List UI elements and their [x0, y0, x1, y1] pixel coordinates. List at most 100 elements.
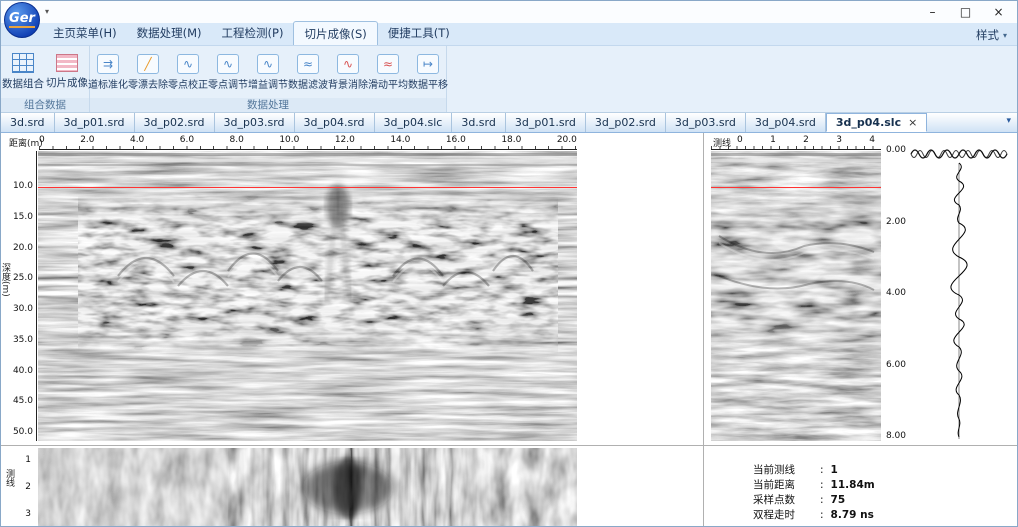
ruler-tick-label: 18.0 — [501, 135, 522, 145]
file-tab[interactable]: 3d_p04.srd — [295, 113, 375, 132]
ribbon: 数据组合 切片成像 组合数据 ⇉ 道标准化 ╱ 零漂去除 ∿ 零点校正 ∿ 零点… — [1, 46, 1017, 113]
workspace: 距离(m) 0 2.0 4.0 6.0 8.0 10.0 12.0 14.0 16.0 18.0 2… — [1, 133, 1017, 526]
file-tab-active[interactable]: 3d_p04.slc × — [825, 113, 928, 132]
axis-tick-label: 0.00 — [885, 145, 906, 155]
menu-tab[interactable]: 工程检测(P) — [212, 21, 294, 45]
file-tab[interactable]: 3d.srd — [1, 113, 55, 132]
wave-icon: ∿ — [337, 53, 359, 74]
menu-tab[interactable]: 便捷工具(T) — [378, 21, 460, 45]
menu-bar: 主页菜单(H) 数据处理(M) 工程检测(P) 切片成像(S) 便捷工具(T) — [1, 21, 1017, 46]
group-caption-combine: 组合数据 — [1, 98, 89, 112]
axis-tick-label: 6.00 — [885, 359, 906, 370]
tool-button[interactable]: ∿ 背景消除 — [328, 53, 368, 91]
info-value: 11.84m — [830, 479, 875, 491]
ruler-tick-label: 3 — [836, 135, 842, 145]
file-tab[interactable]: 3d_p04.srd — [746, 113, 826, 132]
depth-cursor-line[interactable] — [711, 187, 881, 188]
ruler-tick-label: 20.0 — [556, 135, 577, 145]
title-bar: Ger ▾ – □ × — [1, 1, 1017, 38]
quick-access-caret-icon[interactable]: ▾ — [45, 7, 49, 16]
logo-text: Ger — [9, 11, 35, 29]
close-icon[interactable]: × — [908, 116, 917, 129]
menu-tab[interactable]: 主页菜单(H) — [43, 21, 127, 45]
vertical-splitter[interactable] — [703, 133, 704, 526]
tool-button[interactable]: ∿ 零点调节 — [208, 53, 248, 91]
slices-icon — [56, 54, 78, 72]
axis-tick-label: 30.0 — [12, 304, 33, 314]
ruler-tick-label: 1 — [770, 135, 776, 145]
file-tab[interactable]: 3d_p02.srd — [135, 113, 215, 132]
info-row: 采样点数 : 75 — [753, 493, 875, 508]
radargram-main-view[interactable] — [38, 151, 577, 441]
info-row: 当前测线 : 1 — [753, 463, 875, 478]
tool-button[interactable]: ∿ 零点校正 — [168, 53, 208, 91]
ruler-tick-label: 16.0 — [445, 135, 466, 145]
file-tabs: 3d.srd 3d_p01.srd 3d_p02.srd 3d_p03.srd 3d_p… — [1, 113, 826, 132]
style-dropdown[interactable]: 样式 ▾ — [976, 27, 1007, 43]
file-tab-bar: 3d.srd 3d_p01.srd 3d_p02.srd 3d_p03.srd 3d_p… — [1, 113, 1017, 133]
plan-slice-view[interactable] — [38, 448, 577, 526]
tool-button[interactable]: ⇉ 道标准化 — [88, 53, 128, 91]
tool-button[interactable]: ≈ 数据滤波 — [288, 53, 328, 91]
tab-overflow-caret-icon[interactable]: ▾ — [1006, 116, 1011, 126]
process-tool-buttons: ⇉ 道标准化 ╱ 零漂去除 ∿ 零点校正 ∿ 零点调节 ∿ 增益调节 ≈ 数据滤… — [88, 53, 448, 91]
menu-tab[interactable]: 切片成像(S) — [293, 21, 378, 45]
file-tab[interactable]: 3d_p03.srd — [666, 113, 746, 132]
trace-view[interactable] — [909, 145, 1009, 441]
minimize-button[interactable]: – — [916, 1, 949, 22]
data-combine-button[interactable]: 数据组合 — [2, 53, 44, 91]
info-row: 双程走时 : 8.79 ns — [753, 508, 875, 523]
plan-y-axis-label: 测线 — [4, 469, 14, 487]
cross-top-ruler: 0 1 2 3 4 — [711, 135, 881, 150]
info-value: 8.79 ns — [830, 509, 874, 521]
slice-imaging-button[interactable]: 切片成像 — [46, 54, 88, 90]
axis-tick-label: 4.00 — [885, 288, 906, 298]
axis-tick-label: 15.0 — [12, 211, 33, 222]
grid-icon — [12, 53, 34, 73]
info-separator: : — [820, 479, 824, 491]
close-button[interactable]: × — [982, 1, 1015, 22]
ruler-tick-label: 0 — [737, 135, 743, 145]
wave-icon: ∿ — [177, 53, 199, 74]
ruler-tick-label: 8.0 — [229, 135, 244, 145]
main-x-axis-label: 距离(m) — [9, 139, 43, 149]
tool-button[interactable]: ≈ 滑动平均 — [368, 53, 408, 91]
window-controls: – □ × — [916, 1, 1015, 22]
info-separator: : — [820, 464, 824, 476]
file-tab[interactable]: 3d_p02.srd — [586, 113, 666, 132]
ruler-tick-label: 2.0 — [80, 135, 95, 145]
axis-tick-label: 40.0 — [12, 365, 33, 376]
file-tab[interactable]: 3d_p03.srd — [215, 113, 295, 132]
ruler-tick-label: 4 — [869, 135, 875, 145]
tool-button[interactable]: ∿ 增益调节 — [248, 53, 288, 91]
info-label: 当前测线 — [753, 464, 795, 476]
file-tab[interactable]: 3d_p01.srd — [55, 113, 135, 132]
menu-tab[interactable]: 数据处理(M) — [127, 21, 212, 45]
maximize-button[interactable]: □ — [949, 1, 982, 22]
axis-tick-label: 45.0 — [12, 396, 33, 407]
file-tab[interactable]: 3d_p04.slc — [375, 113, 453, 132]
ruler-tick-label: 0 — [39, 135, 45, 145]
trace-wiggle-image — [910, 149, 1008, 439]
wave-icon: ≈ — [297, 53, 319, 74]
file-tab[interactable]: 3d.srd — [452, 113, 506, 132]
depth-cursor-line[interactable] — [38, 187, 577, 188]
wave-icon: ≈ — [377, 53, 399, 74]
horizontal-splitter[interactable] — [1, 445, 1017, 446]
ribbon-group-process: ⇉ 道标准化 ╱ 零漂去除 ∿ 零点校正 ∿ 零点调节 ∿ 增益调节 ≈ 数据滤… — [88, 46, 448, 112]
file-tab[interactable]: 3d_p01.srd — [506, 113, 586, 132]
app-logo-button[interactable]: Ger — [4, 2, 40, 38]
info-separator: : — [820, 509, 824, 521]
wave-icon: ∿ — [217, 53, 239, 74]
status-info-panel: 当前测线 : 1 当前距离 : 11.84m 采样点数 : 75 双程走时 : … — [753, 463, 875, 523]
tool-button[interactable]: ╱ 零漂去除 — [128, 53, 168, 91]
axis-tick-label: 2 — [25, 482, 31, 492]
radargram-cross-view[interactable] — [711, 151, 881, 441]
axis-tick-label: 3 — [25, 509, 31, 519]
ruler-tick-label: 6.0 — [179, 135, 195, 145]
radargram-main-image — [38, 151, 577, 441]
axis-tick-label: 20.0 — [12, 242, 33, 253]
group-caption-process: 数据处理 — [90, 98, 446, 112]
tool-button[interactable]: ↦ 数据平移 — [408, 53, 448, 91]
info-row: 当前距离 : 11.84m — [753, 478, 875, 493]
